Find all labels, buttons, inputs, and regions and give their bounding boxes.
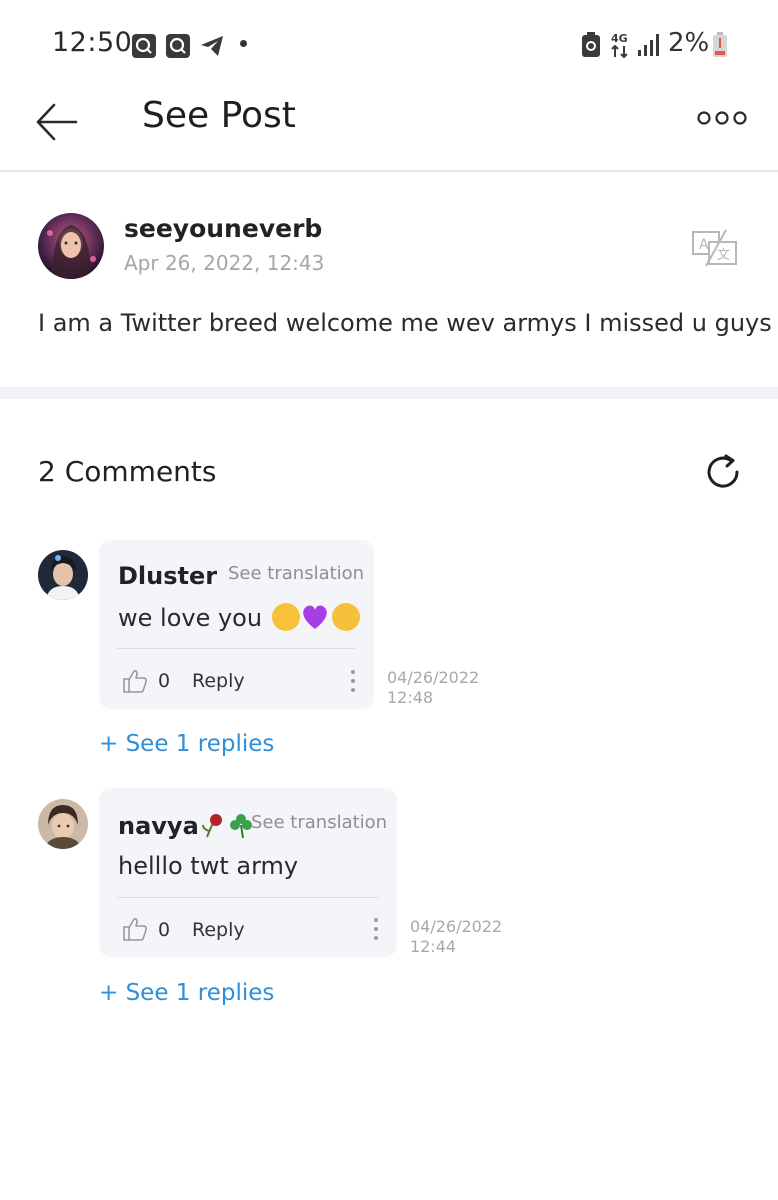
notification-app-icon [132,34,156,58]
pleading-face-emoji [331,603,360,631]
comment-username[interactable]: Dluster [118,562,217,590]
comment-date: 04/26/2022 [410,917,503,936]
battery-icon [713,32,727,57]
reply-button[interactable]: Reply [192,670,245,692]
battery-saver-icon [582,32,600,57]
more-notifications-dot [240,40,247,47]
status-time: 12:50 [52,27,133,58]
signal-icon [638,34,659,56]
see-translation-link[interactable]: See translation [251,812,387,833]
see-replies-link[interactable]: + See 1 replies [99,980,274,1006]
comment-time: 12:48 [387,688,434,707]
back-arrow-icon[interactable] [30,95,84,149]
comment-separator [117,897,378,898]
comment-card: Dluster See translation we love you 0 Re… [99,540,374,709]
comment-more-icon[interactable] [348,668,358,694]
like-thumb-icon[interactable] [121,915,149,943]
comment-card: navya See translation helllo twt army 0 … [99,788,397,957]
author-username[interactable]: seeyouneverb [124,214,322,243]
comment-separator [117,648,355,649]
comment-time: 12:44 [410,937,457,956]
refresh-icon[interactable] [703,451,745,493]
comment-text: we love you [118,603,360,632]
like-thumb-icon[interactable] [121,667,149,695]
post-date: Apr 26, 2022, 12:43 [124,251,325,275]
comments-count: 2 Comments [38,455,217,488]
svg-text:文: 文 [717,248,730,263]
translate-icon[interactable]: A 文 [690,228,740,268]
comment-more-icon[interactable] [371,916,381,942]
reply-button[interactable]: Reply [192,919,245,941]
svg-text:A: A [699,237,709,253]
network-4g-icon: 4G [611,32,628,59]
see-replies-link[interactable]: + See 1 replies [99,731,274,757]
section-divider [0,387,778,399]
see-translation-link[interactable]: See translation [228,563,364,584]
comment-username[interactable]: navya [118,811,255,840]
battery-percent: 2% [668,28,710,58]
app-header: See Post [0,90,778,172]
comment-date: 04/26/2022 [387,668,480,687]
svg-text:4G: 4G [611,32,628,45]
page-title: See Post [142,95,296,136]
comment-timestamp: 04/26/2022 12:48 [387,668,479,708]
commenter-avatar[interactable] [38,799,88,849]
post-body: I am a Twitter breed welcome me wev army… [38,309,772,337]
commenter-avatar[interactable] [38,550,88,600]
wilted-rose-emoji [201,814,222,838]
comment-text: helllo twt army [118,852,299,880]
like-count: 0 [158,670,171,692]
author-avatar[interactable] [38,213,104,279]
notification-app-icon [166,34,190,58]
status-bar: 12:50 4G 2% [0,0,778,90]
telegram-icon [201,36,223,56]
comment-timestamp: 04/26/2022 12:44 [410,917,502,957]
purple-heart-emoji [302,605,327,629]
hugging-face-emoji [271,603,300,631]
like-count: 0 [158,919,171,941]
more-options-icon[interactable] [696,108,748,128]
